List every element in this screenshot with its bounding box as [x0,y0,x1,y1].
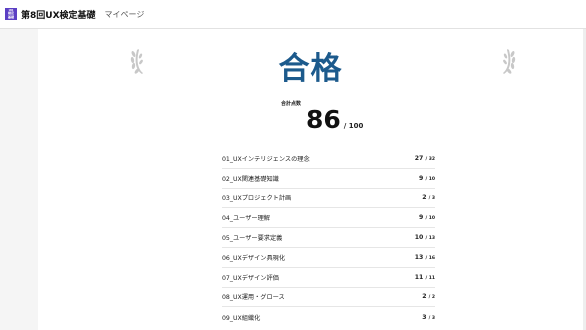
section-score-value: 2 [422,293,427,301]
section-name: 02_UX関連基礎知識 [222,175,279,183]
nav-mypage-link[interactable]: マイページ [105,9,145,20]
section-name: 09_UX組織化 [222,314,261,322]
section-name: 03_UXプロジェクト計画 [222,195,292,203]
section-score-max: / 32 [425,156,435,162]
pass-status: 合格 [278,51,343,87]
section-score-value: 3 [422,313,427,321]
section-score-value: 10 [414,234,424,242]
list-item: 01_UXインテリジェンスの理念 27 / 32 [222,149,435,169]
section-score: 9 / 10 [419,175,435,182]
list-item: 03_UXプロジェクト計画 2 / 3 [222,189,435,209]
section-score-value: 2 [422,194,427,202]
list-item: 08_UX運用・グロース 2 / 2 [222,288,435,308]
section-score: 27 / 32 [415,155,435,162]
section-name: 05_ユーザー要求定義 [222,235,283,243]
list-item: 05_ユーザー要求定義 10 / 13 [222,228,435,248]
section-score: 13 / 16 [415,254,435,261]
section-score-max: / 16 [425,255,435,261]
section-score-value: 9 [419,214,424,222]
logo-line-3: 基礎 [7,14,14,19]
section-score: 2 / 2 [422,293,435,300]
section-score: 3 / 3 [422,314,435,321]
app-logo[interactable]: UX 検定 基礎 [5,8,17,20]
left-gutter [0,29,38,330]
section-score-value: 27 [414,154,424,162]
section-score: 11 / 11 [415,274,435,281]
list-item: 06_UXデザイン具現化 13 / 16 [222,248,435,268]
section-score-max: / 3 [428,315,435,321]
app-title[interactable]: 第8回UX検定基礎 [21,8,96,21]
list-item: 04_ユーザー理解 9 / 10 [222,208,435,229]
section-score-max: / 11 [425,275,435,281]
section-score-max: / 10 [425,216,435,222]
section-name: 04_ユーザー理解 [222,215,270,223]
section-score-value: 9 [419,174,424,182]
section-score-value: 13 [414,253,424,261]
result-panel: 合格 合計点数 86 / 100 01_UXインテリジェンスの理念 27 / 3… [38,29,583,330]
section-score-max: / 10 [425,176,435,182]
section-score: 10 / 13 [415,234,435,241]
top-header: UX 検定 基礎 第8回UX検定基礎 マイページ [0,0,586,29]
section-score: 9 / 10 [419,214,435,221]
list-item: 09_UX組織化 3 / 3 [222,307,435,327]
section-score: 2 / 3 [422,194,435,201]
total-score-label: 合計点数 [281,101,302,107]
section-score-max: / 3 [428,196,435,202]
total-score: 86 / 100 [306,105,363,134]
section-name: 06_UXデザイン具現化 [222,254,286,262]
section-name: 08_UX運用・グロース [222,294,285,302]
section-score-value: 11 [414,273,424,281]
section-name: 01_UXインテリジェンスの理念 [222,155,310,163]
section-name: 07_UXデザイン評価 [222,274,279,282]
score-value: 86 [306,105,341,134]
section-score-list: 01_UXインテリジェンスの理念 27 / 32 02_UX関連基礎知識 9 /… [222,149,435,327]
list-item: 07_UXデザイン評価 11 / 11 [222,268,435,288]
list-item: 02_UX関連基礎知識 9 / 10 [222,169,435,189]
score-max: / 100 [343,122,364,130]
section-score-max: / 2 [428,295,435,301]
section-score-max: / 13 [425,236,435,242]
